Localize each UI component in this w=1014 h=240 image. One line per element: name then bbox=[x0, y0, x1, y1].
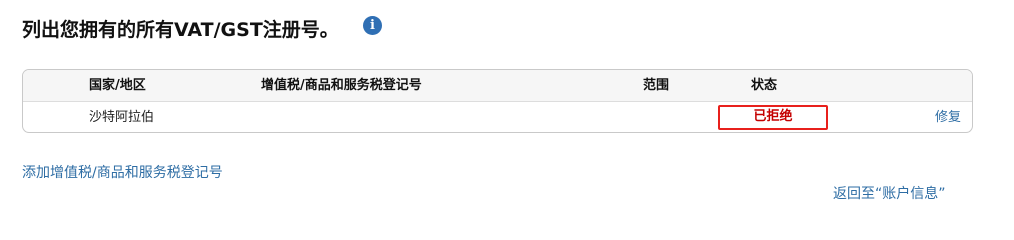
vat-gst-registration-page: 列出您拥有的所有VAT/GST注册号。 i 国家/地区 增值税/商品和服务税登记… bbox=[0, 0, 1014, 220]
add-registration-number-link[interactable]: 添加增值税/商品和服务税登记号 bbox=[22, 164, 223, 182]
table-row: 沙特阿拉伯 已拒绝 修复 bbox=[23, 102, 972, 132]
info-icon[interactable]: i bbox=[363, 16, 382, 35]
table-header-row: 国家/地区 增值税/商品和服务税登记号 范围 状态 bbox=[23, 70, 972, 102]
registration-table: 国家/地区 增值税/商品和服务税登记号 范围 状态 沙特阿拉伯 已拒绝 修复 bbox=[22, 69, 973, 133]
back-to-account-info-link[interactable]: 返回至“账户信息” bbox=[833, 185, 946, 203]
status-badge: 已拒绝 bbox=[753, 109, 793, 124]
column-header-registration-number: 增值税/商品和服务税登记号 bbox=[261, 78, 422, 93]
page-title: 列出您拥有的所有VAT/GST注册号。 bbox=[22, 19, 339, 41]
repair-link[interactable]: 修复 bbox=[935, 110, 961, 126]
column-header-country: 国家/地区 bbox=[89, 78, 146, 93]
row-country: 沙特阿拉伯 bbox=[89, 110, 155, 125]
status-highlight-box: 已拒绝 bbox=[718, 105, 828, 130]
column-header-status: 状态 bbox=[751, 78, 778, 93]
column-header-scope: 范围 bbox=[643, 78, 670, 93]
